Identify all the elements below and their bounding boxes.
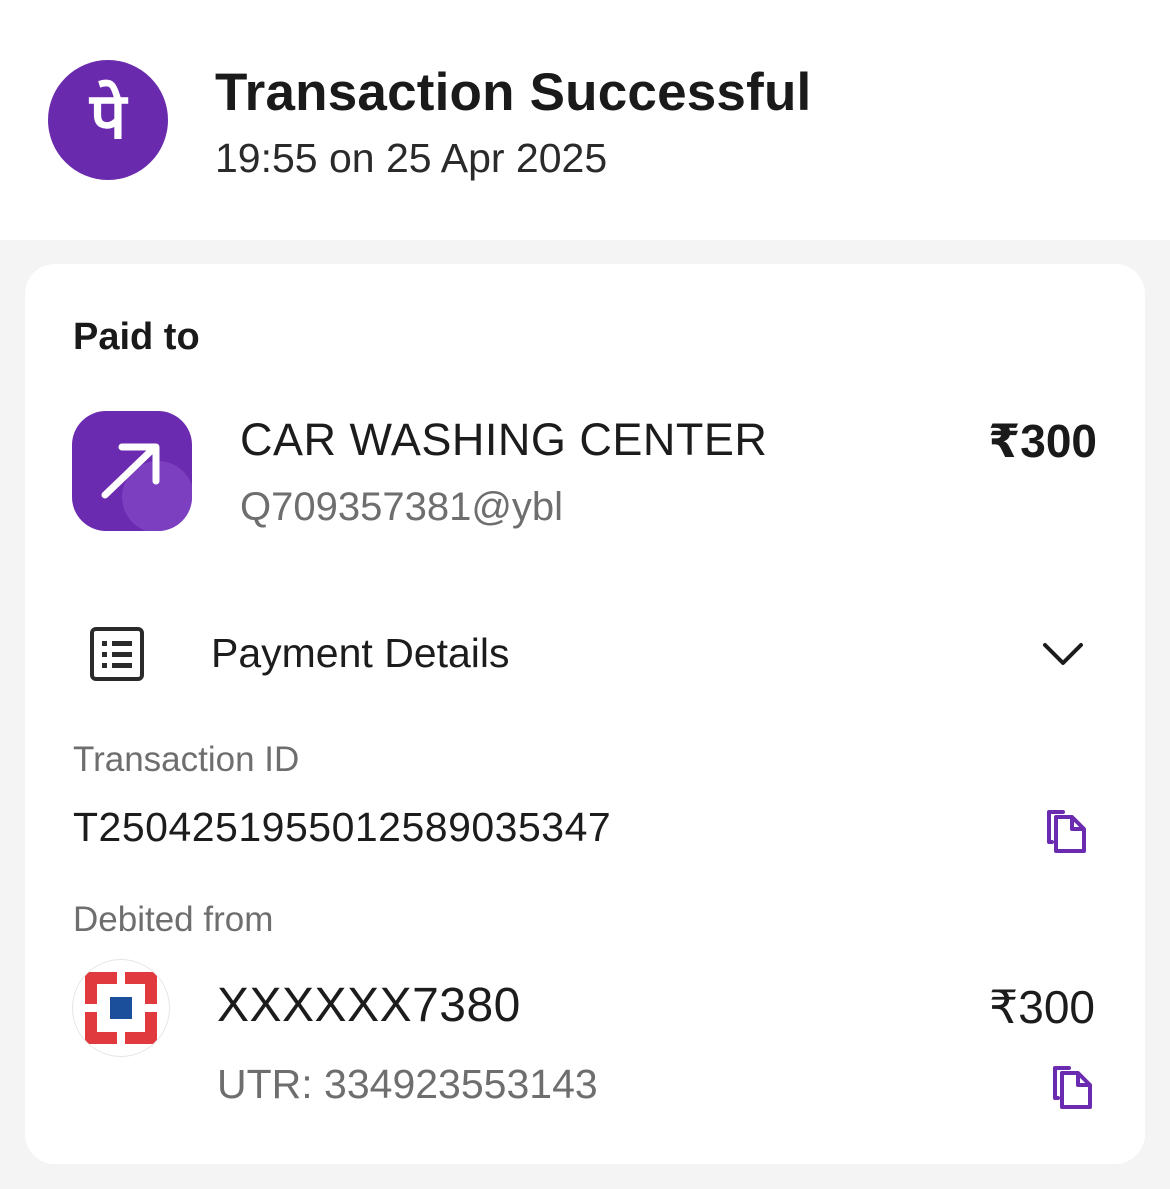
payment-details-label: Payment Details — [211, 630, 510, 676]
paid-to-label: Paid to — [73, 316, 200, 358]
arrow-up-right-icon — [72, 411, 192, 531]
copy-utr-icon[interactable] — [1047, 1060, 1095, 1112]
page-title: Transaction Successful — [215, 63, 812, 122]
hdfc-bank-logo-icon — [72, 959, 170, 1057]
arrow-glyph — [101, 443, 160, 499]
debited-amount: ₹300 — [988, 981, 1095, 1033]
payment-details-toggle[interactable]: Payment Details — [25, 614, 1145, 694]
paid-amount: ₹300 — [988, 415, 1097, 467]
debit-account-number: XXXXXX7380 — [217, 979, 521, 1032]
utr-number: UTR: 334923553143 — [217, 1061, 598, 1107]
logo-glyph: पे — [89, 80, 127, 154]
transaction-timestamp: 19:55 on 25 Apr 2025 — [215, 135, 608, 181]
phonepe-logo-icon: पे — [48, 60, 168, 180]
transaction-card: Paid to CAR WASHING CENTER Q709357381@yb… — [25, 264, 1145, 1164]
merchant-vpa: Q709357381@ybl — [240, 485, 564, 529]
transaction-id-label: Transaction ID — [73, 740, 300, 779]
transaction-header: पे Transaction Successful 19:55 on 25 Ap… — [0, 0, 1170, 240]
transaction-id-value: T2504251955012589035347 — [73, 804, 612, 850]
debited-from-label: Debited from — [73, 900, 274, 939]
receipt-list-icon — [90, 627, 144, 681]
copy-icon[interactable] — [1041, 804, 1089, 856]
chevron-down-icon[interactable] — [1040, 636, 1086, 670]
merchant-name: CAR WASHING CENTER — [240, 414, 768, 465]
bank-logo-glyph — [85, 972, 157, 1044]
